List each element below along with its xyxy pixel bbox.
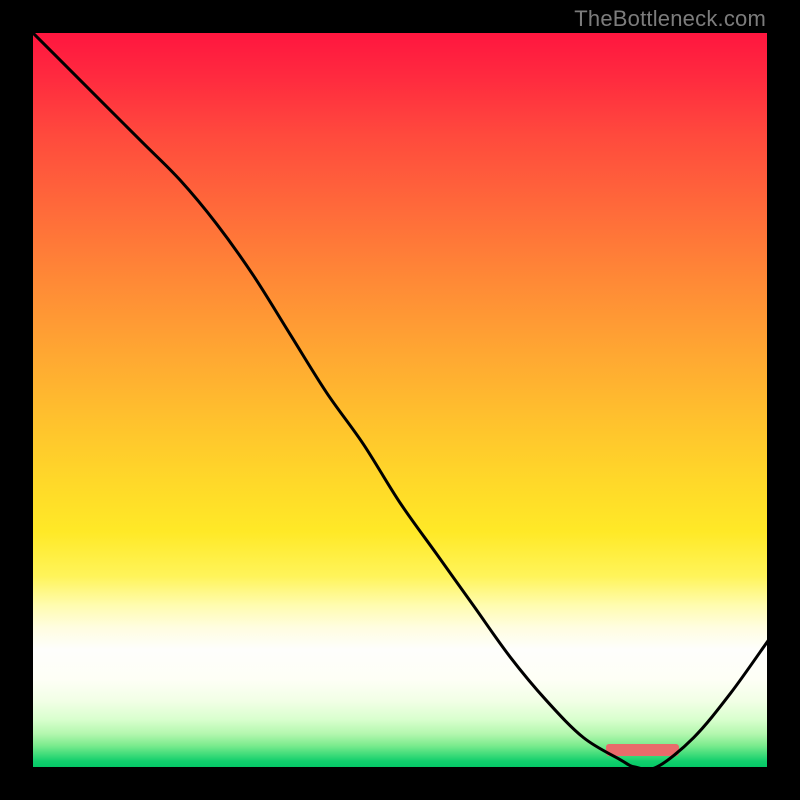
plot-area <box>33 33 767 767</box>
chart-frame: TheBottleneck.com <box>0 0 800 800</box>
bottleneck-curve <box>33 33 767 767</box>
bottleneck-curve-path <box>33 33 767 767</box>
watermark: TheBottleneck.com <box>574 6 766 32</box>
